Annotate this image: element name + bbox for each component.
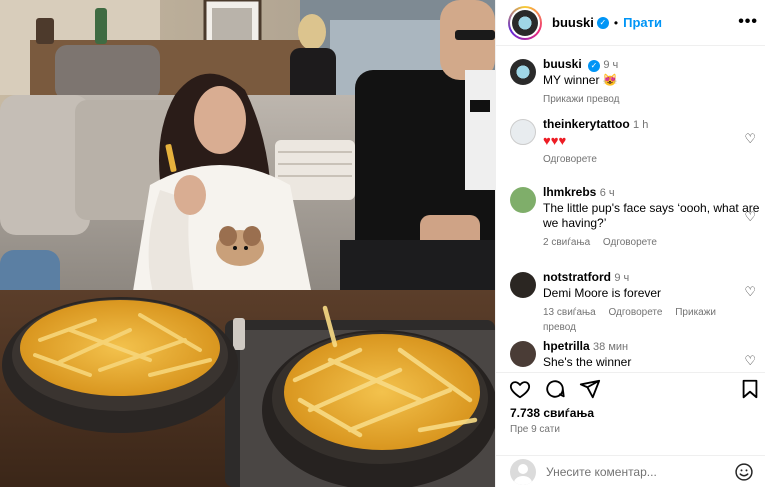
post-sidebar: buuski ✓ • Прати ••• buuski ✓ 9 ч MY win… (495, 0, 765, 487)
comment-time: 9 ч (614, 272, 630, 284)
comment-avatar[interactable] (510, 187, 536, 213)
author-username[interactable]: buuski (552, 15, 594, 30)
comment-author[interactable]: theinkerytattoo (543, 117, 630, 131)
separator-dot: • (613, 15, 619, 30)
comment-time: 6 ч (599, 187, 615, 199)
reply-link[interactable]: Одговорете (608, 307, 662, 318)
comment-item: lhmkrebs 6 ч The little pup's face says … (510, 185, 760, 250)
comment-text: The little pup's face says ‘oooh, what a… (543, 201, 760, 230)
likes-count[interactable]: 7.738 свиѓања (510, 406, 594, 420)
translate-link[interactable]: Прикажи превод (543, 94, 619, 105)
more-icon[interactable]: ••• (738, 13, 758, 31)
caption-time: 9 ч (603, 59, 619, 71)
caption-author[interactable]: buuski (543, 57, 582, 71)
current-user-avatar (510, 458, 536, 485)
comments-list[interactable]: buuski ✓ 9 ч MY winner 😻 Прикажи превод … (496, 47, 765, 371)
comment-author[interactable]: hpetrilla (543, 339, 590, 353)
comment-icon[interactable] (544, 378, 566, 400)
author-avatar[interactable] (508, 5, 542, 40)
post-header: buuski ✓ • Прати ••• (496, 0, 765, 46)
comment-text: She's the winner (543, 355, 632, 369)
comment-likes[interactable]: 13 свиѓања (543, 307, 596, 318)
comment-time: 1 h (633, 119, 649, 131)
share-icon[interactable] (579, 378, 601, 400)
comment-author[interactable]: notstratford (543, 270, 611, 284)
verified-icon: ✓ (588, 60, 601, 72)
heart-icon[interactable] (509, 378, 531, 400)
comment-item: theinkerytattoo 1 h ♥♥♥ Одговорете ♡ (510, 117, 760, 167)
comment-text: Demi Moore is forever (543, 286, 662, 300)
caption-text: MY winner 😻 (543, 73, 618, 87)
action-bar: 7.738 свиѓања Пре 9 сати (496, 372, 765, 458)
bookmark-icon[interactable] (739, 378, 761, 400)
comment-text: ♥♥♥ (543, 133, 567, 148)
comment-input[interactable] (546, 464, 726, 479)
emoji-icon[interactable] (734, 462, 754, 482)
comment-avatar[interactable] (510, 119, 536, 145)
caption: buuski ✓ 9 ч MY winner 😻 Прикажи превод (510, 57, 760, 107)
comment-item: notstratford 9 ч Demi Moore is forever 1… (510, 270, 760, 335)
comment-avatar[interactable] (510, 272, 536, 298)
like-comment-heart-icon[interactable]: ♡ (744, 209, 756, 225)
reply-link[interactable]: Одговорете (543, 154, 597, 165)
post-photo-image (0, 0, 495, 487)
posted-time: Пре 9 сати (510, 424, 560, 435)
post-photo[interactable] (0, 0, 495, 487)
reply-link[interactable]: Одговорете (603, 237, 657, 248)
comment-likes[interactable]: 2 свиѓања (543, 237, 590, 248)
caption-avatar[interactable] (510, 59, 536, 85)
comment-author[interactable]: lhmkrebs (543, 185, 596, 199)
comment-avatar[interactable] (510, 341, 536, 367)
comment-time: 38 мин (593, 341, 629, 353)
like-comment-heart-icon[interactable]: ♡ (744, 353, 756, 369)
follow-button[interactable]: Прати (623, 15, 662, 30)
add-comment-bar (496, 455, 765, 487)
verified-icon: ✓ (596, 16, 609, 29)
like-comment-heart-icon[interactable]: ♡ (744, 284, 756, 300)
comment-item: hpetrilla 38 мин She's the winner ♡ (510, 339, 760, 370)
like-comment-heart-icon[interactable]: ♡ (744, 131, 756, 147)
